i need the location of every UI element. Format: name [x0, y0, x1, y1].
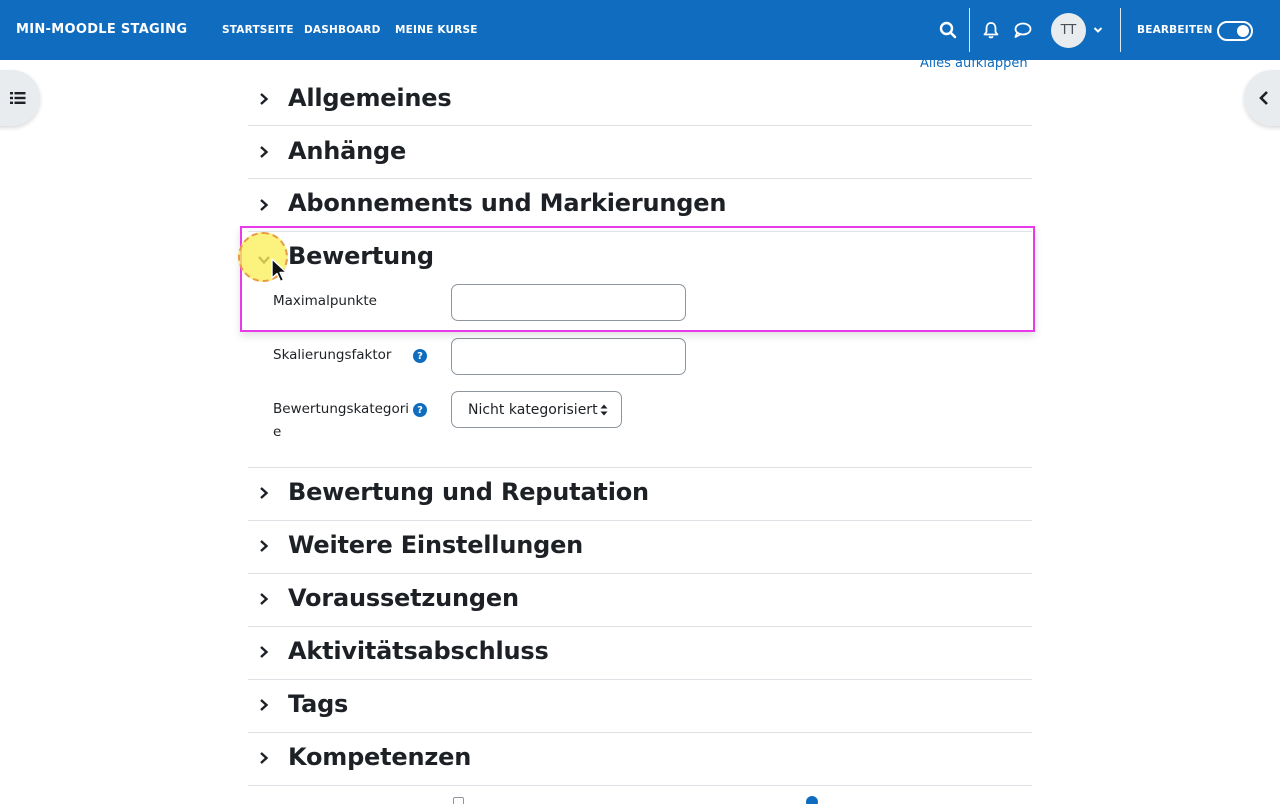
messages-chat-icon[interactable] — [1012, 20, 1034, 40]
section-voraussetzungen: Voraussetzungen — [248, 574, 1032, 627]
section-tags: Tags — [248, 680, 1032, 733]
section-title[interactable]: Bewertung — [288, 242, 434, 270]
section-title[interactable]: Voraussetzungen — [288, 584, 519, 612]
help-icon[interactable]: ? — [413, 349, 427, 363]
edit-mode-toggle[interactable] — [1217, 21, 1253, 41]
grade-category-select[interactable]: Nicht kategorisiert — [451, 391, 622, 428]
chevron-right-icon[interactable] — [258, 645, 270, 659]
chevron-right-icon[interactable] — [258, 592, 270, 606]
help-icon[interactable]: ? — [413, 403, 427, 417]
max-points-input[interactable] — [451, 284, 686, 321]
section-aktivitaetsabschluss: Aktivitätsabschluss — [248, 627, 1032, 680]
section-kompetenzen: Kompetenzen — [248, 733, 1032, 786]
section-abonnements: Abonnements und Markierungen — [248, 179, 1032, 232]
chevron-right-icon[interactable] — [258, 145, 270, 159]
chevron-down-icon[interactable] — [1092, 24, 1104, 36]
section-anhaenge: Anhänge — [248, 126, 1032, 179]
chevron-right-icon[interactable] — [258, 751, 270, 765]
toggle-knob — [1237, 25, 1249, 37]
course-index-drawer-button[interactable] — [0, 70, 40, 126]
nav-link-startseite[interactable]: STARTSEITE — [222, 24, 294, 36]
nav-link-meine-kurse[interactable]: MEINE KURSE — [395, 24, 478, 36]
site-brand[interactable]: MIN-MOODLE STAGING — [16, 22, 187, 37]
section-title[interactable]: Abonnements und Markierungen — [288, 189, 726, 217]
chevron-right-icon[interactable] — [258, 539, 270, 553]
scale-factor-input[interactable] — [451, 338, 686, 375]
mouse-pointer-icon — [271, 258, 288, 283]
section-weitere-einstellungen: Weitere Einstellungen — [248, 521, 1032, 574]
checkbox[interactable] — [453, 797, 464, 804]
user-avatar[interactable]: TT — [1051, 13, 1086, 48]
edit-mode-label: BEARBEITEN — [1137, 24, 1213, 36]
chevron-right-icon[interactable] — [258, 198, 270, 212]
block-drawer-button[interactable] — [1244, 70, 1280, 126]
section-title[interactable]: Bewertung und Reputation — [288, 478, 649, 506]
section-title[interactable]: Anhänge — [288, 137, 406, 165]
nav-divider — [969, 8, 970, 52]
chevron-right-icon[interactable] — [258, 92, 270, 106]
select-arrows-icon — [600, 404, 608, 416]
grade-category-label-continued: e — [273, 424, 282, 440]
help-icon[interactable] — [806, 796, 818, 804]
top-navbar: MIN-MOODLE STAGING STARTSEITE DASHBOARD … — [0, 0, 1280, 60]
chevron-left-icon — [1259, 91, 1268, 105]
section-title[interactable]: Kompetenzen — [288, 743, 471, 771]
below-fold-content — [451, 794, 851, 804]
nav-divider — [1120, 8, 1121, 52]
section-bewertung-reputation: Bewertung und Reputation — [248, 468, 1032, 521]
chevron-right-icon[interactable] — [258, 698, 270, 712]
section-allgemeines: Allgemeines — [248, 74, 1032, 126]
list-icon — [10, 92, 26, 104]
scale-factor-label: Skalierungsfaktor — [273, 347, 392, 363]
notifications-bell-icon[interactable] — [981, 20, 1001, 40]
section-title[interactable]: Allgemeines — [288, 84, 452, 112]
section-title[interactable]: Tags — [288, 690, 348, 718]
nav-link-dashboard[interactable]: DASHBOARD — [304, 24, 381, 36]
section-title[interactable]: Aktivitätsabschluss — [288, 637, 549, 665]
max-points-label: Maximalpunkte — [273, 293, 377, 309]
expand-all-link[interactable]: Alles aufklappen — [920, 56, 1028, 71]
search-icon[interactable] — [938, 20, 958, 40]
grade-category-label: Bewertungskategori — [273, 401, 410, 417]
chevron-right-icon[interactable] — [258, 486, 270, 500]
grade-category-selected-value: Nicht kategorisiert — [468, 401, 598, 418]
section-title[interactable]: Weitere Einstellungen — [288, 531, 583, 559]
